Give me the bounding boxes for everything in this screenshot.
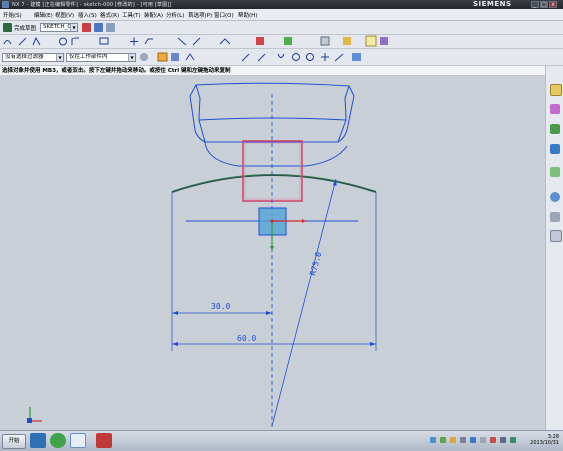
- menu-view[interactable]: 视图(V): [55, 11, 74, 19]
- menu-format[interactable]: 格式(R): [100, 11, 119, 19]
- tray-bluetooth-icon[interactable]: [470, 437, 476, 443]
- web-browser-icon[interactable]: [550, 167, 560, 177]
- selection-toolbar: 没有选择过滤器 ▼ 仅在工作部件内 ▼: [0, 49, 563, 66]
- taskbar-media-icon[interactable]: [96, 433, 112, 448]
- menu-help[interactable]: 帮助(H): [238, 11, 257, 19]
- dimension-30-label[interactable]: 30.0: [211, 302, 230, 311]
- taskbar-browser-icon[interactable]: [50, 433, 66, 448]
- intersection-icon[interactable]: [277, 53, 285, 58]
- sketch-name-select[interactable]: SKETCH_004 ▼: [40, 23, 78, 32]
- trim-icon[interactable]: [177, 37, 187, 46]
- close-button[interactable]: x: [549, 1, 557, 8]
- part-navigator-icon[interactable]: [550, 124, 560, 134]
- inferred-constraints-icon[interactable]: [380, 37, 388, 45]
- menu-bar: 开始(S) 编辑(E) 视图(V) 插入(S) 格式(R) 工具(T) 装配(A…: [0, 9, 563, 21]
- constraint-icon[interactable]: [256, 37, 264, 45]
- menu-window[interactable]: 窗口(O): [214, 11, 234, 19]
- tray-network-icon[interactable]: [430, 437, 436, 443]
- taskbar-nx-icon[interactable]: [70, 433, 86, 448]
- control-point-icon[interactable]: [257, 53, 266, 62]
- arc-center-icon[interactable]: [292, 53, 300, 61]
- auto-constraint-icon[interactable]: [284, 37, 292, 45]
- offset-curve-icon[interactable]: [144, 38, 153, 45]
- circle-icon[interactable]: [59, 37, 67, 46]
- tray-ime-icon[interactable]: [450, 437, 456, 443]
- selection-scope-select[interactable]: 仅在工作部件内 ▼: [66, 53, 136, 62]
- arc-icon[interactable]: [32, 36, 41, 46]
- maximize-button[interactable]: □: [540, 1, 548, 8]
- reattach-icon[interactable]: [94, 23, 103, 32]
- point-on-curve-icon[interactable]: [334, 53, 344, 62]
- tray-volume-icon[interactable]: [480, 437, 486, 443]
- chevron-down-icon: ▼: [56, 54, 63, 61]
- siemens-logo: SIEMENS: [473, 0, 512, 8]
- tray-security-icon[interactable]: [460, 437, 466, 443]
- snap-toggle-icon[interactable]: [157, 52, 168, 62]
- window-title: NX 7 - 建模 [正在编辑零件] - sketch-000 [修改的] - …: [12, 2, 172, 8]
- nx-app-icon: [2, 1, 9, 8]
- menu-tools[interactable]: 工具(T): [122, 11, 141, 19]
- menu-insert[interactable]: 插入(S): [78, 11, 97, 19]
- general-object-icon[interactable]: [140, 53, 148, 61]
- menu-start[interactable]: 开始(S): [3, 11, 22, 19]
- show-constraints-icon[interactable]: [320, 36, 330, 46]
- selection-filter-select[interactable]: 没有选择过滤器 ▼: [2, 53, 64, 62]
- start-button[interactable]: 开始: [2, 434, 26, 449]
- chevron-down-icon: ▼: [128, 54, 135, 61]
- taskbar: 开始 3:28 2013/10/31: [0, 430, 563, 451]
- selection-scope-value: 仅在工作部件内: [69, 54, 108, 60]
- tray-battery-icon[interactable]: [510, 437, 516, 443]
- cue-line: 选择对象并使用 MB3，或者双击。按下左键并拖动来移动。或按住 Ctrl 键和左…: [0, 66, 545, 76]
- select-feature-icon[interactable]: [171, 53, 179, 61]
- reuse-library-icon[interactable]: [550, 144, 560, 154]
- title-bar: NX 7 - 建模 [正在编辑零件] - sketch-000 [修改的] - …: [0, 0, 563, 9]
- tray-update-icon[interactable]: [440, 437, 446, 443]
- resource-bar: [545, 66, 563, 430]
- history-icon[interactable]: [550, 192, 560, 202]
- finish-sketch-button[interactable]: 完成草图: [14, 24, 36, 32]
- dimension-60-label[interactable]: 60.0: [237, 334, 256, 343]
- point-on-surface-icon[interactable]: [352, 53, 361, 61]
- constraint-navigator-icon[interactable]: [550, 104, 560, 114]
- roles-icon[interactable]: [550, 230, 562, 242]
- extend-icon[interactable]: [192, 37, 201, 46]
- midpoint-icon[interactable]: [241, 53, 250, 62]
- menu-edit[interactable]: 编辑(E): [34, 11, 53, 19]
- graphics-background: [0, 76, 545, 430]
- flag-icon: [3, 23, 12, 32]
- line-icon[interactable]: [18, 37, 27, 46]
- tray-display-icon[interactable]: [500, 437, 506, 443]
- sketch-options-icon[interactable]: [106, 23, 115, 32]
- sketch-toolbar: 完成草图 SKETCH_004 ▼: [0, 21, 563, 35]
- origin-point: [270, 219, 274, 223]
- system-materials-icon[interactable]: [550, 212, 560, 222]
- fillet-icon[interactable]: [71, 37, 80, 45]
- endpoint-icon[interactable]: [185, 53, 195, 61]
- orient-view-icon[interactable]: [82, 23, 91, 32]
- profile-icon[interactable]: [3, 40, 12, 45]
- corner-icon[interactable]: [219, 38, 231, 45]
- minimize-button[interactable]: _: [531, 1, 539, 8]
- chevron-down-icon: ▼: [70, 24, 77, 31]
- convert-reference-icon[interactable]: [343, 37, 351, 45]
- menu-analysis[interactable]: 分析(L): [166, 11, 184, 19]
- menu-preferences[interactable]: 首选项(P): [188, 11, 212, 19]
- assembly-navigator-icon[interactable]: [550, 84, 562, 96]
- menu-assembly[interactable]: 装配(A): [144, 11, 163, 19]
- selection-filter-value: 没有选择过滤器: [5, 54, 44, 60]
- taskbar-app-bird-icon[interactable]: [30, 433, 46, 448]
- quadrant-icon[interactable]: [306, 53, 314, 61]
- taskbar-clock[interactable]: 3:28 2013/10/31: [523, 434, 559, 446]
- clock-date: 2013/10/31: [530, 440, 559, 446]
- rectangle-icon[interactable]: [99, 37, 109, 45]
- graphics-window[interactable]: 30.0 60.0 R75.0: [0, 76, 545, 430]
- curve-toolbar: [0, 35, 563, 49]
- alternate-solution-icon[interactable]: [365, 35, 377, 47]
- tray-antivirus-icon[interactable]: [490, 437, 496, 443]
